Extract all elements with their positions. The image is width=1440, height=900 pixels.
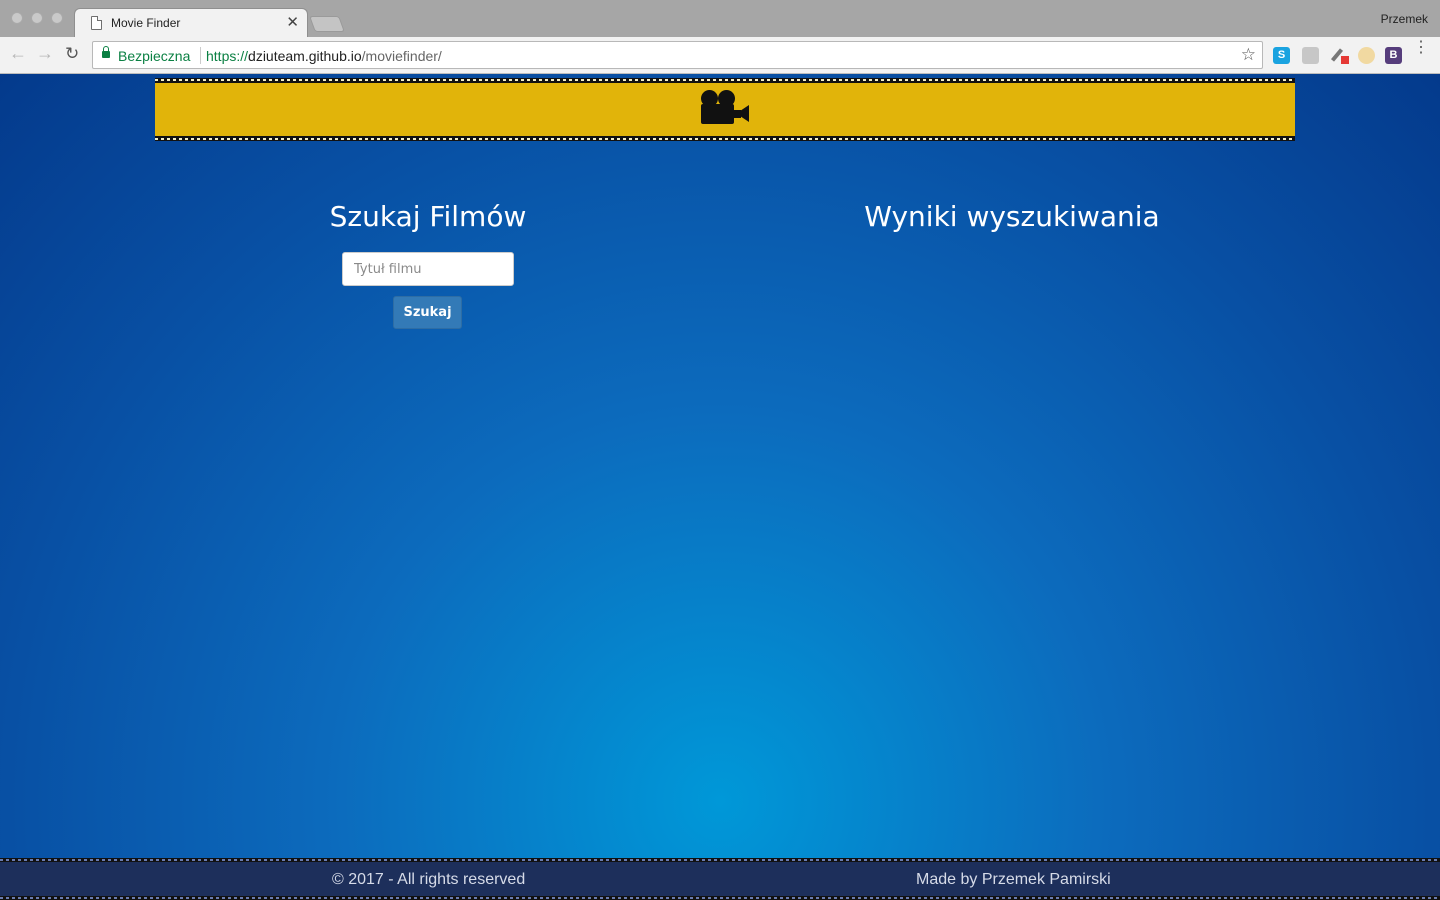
film-strip-banner [155, 78, 1295, 141]
bootstrap-extension-icon[interactable]: B [1385, 47, 1402, 64]
results-heading: Wyniki wyszukiwania [864, 200, 1160, 233]
window-maximize-button[interactable] [51, 12, 63, 24]
face-extension-icon[interactable] [1358, 47, 1375, 64]
address-separator [200, 47, 201, 64]
page-body: Szukaj Filmów Szukaj Wyniki wyszukiwania [0, 74, 1440, 900]
url-host: dziuteam.github.io [248, 48, 362, 64]
footer: © 2017 - All rights reserved Made by Prz… [0, 858, 1440, 900]
url-path: /moviefinder/ [361, 48, 442, 64]
search-button[interactable]: Szukaj [393, 296, 462, 329]
window-close-button[interactable] [11, 12, 23, 24]
profile-name[interactable]: Przemek [1381, 12, 1428, 26]
search-heading: Szukaj Filmów [329, 200, 527, 233]
forward-arrow-icon[interactable]: → [36, 43, 54, 64]
author-credit: Made by Przemek Pamirski [916, 871, 1111, 888]
browser-menu-icon[interactable]: ⋮ [1413, 40, 1429, 56]
browser-tab-active[interactable]: Movie Finder ✕ [74, 8, 308, 37]
reload-icon[interactable]: ↻ [65, 44, 79, 64]
movie-title-input[interactable] [342, 252, 514, 286]
camera-horn [740, 105, 749, 122]
film-camera-icon [701, 90, 753, 130]
window-minimize-button[interactable] [31, 12, 43, 24]
browser-toolbar: ← → ↻ Bezpieczna https://dziuteam.github… [0, 37, 1440, 74]
new-tab-button[interactable] [309, 16, 345, 32]
camera-body [701, 104, 734, 124]
page-icon [91, 16, 102, 30]
copyright-text: © 2017 - All rights reserved [332, 871, 526, 888]
lock-icon [102, 46, 110, 58]
url-text[interactable]: https://dziuteam.github.io/moviefinder/ [206, 48, 442, 64]
tab-close-icon[interactable]: ✕ [286, 13, 299, 31]
pin-extension-icon[interactable] [1332, 47, 1349, 64]
camera-lens [733, 110, 741, 118]
bookmark-star-icon[interactable]: ☆ [1241, 45, 1256, 65]
skype-icon[interactable]: S [1273, 47, 1290, 64]
address-bar[interactable]: Bezpieczna https://dziuteam.github.io/mo… [92, 41, 1263, 69]
tool-extension-icon[interactable] [1302, 47, 1319, 64]
tab-title: Movie Finder [111, 16, 181, 30]
secure-label: Bezpieczna [118, 48, 191, 64]
back-arrow-icon[interactable]: ← [9, 43, 27, 64]
browser-tab-bar: Movie Finder ✕ Przemek [0, 0, 1440, 37]
url-scheme: https:// [206, 48, 249, 64]
